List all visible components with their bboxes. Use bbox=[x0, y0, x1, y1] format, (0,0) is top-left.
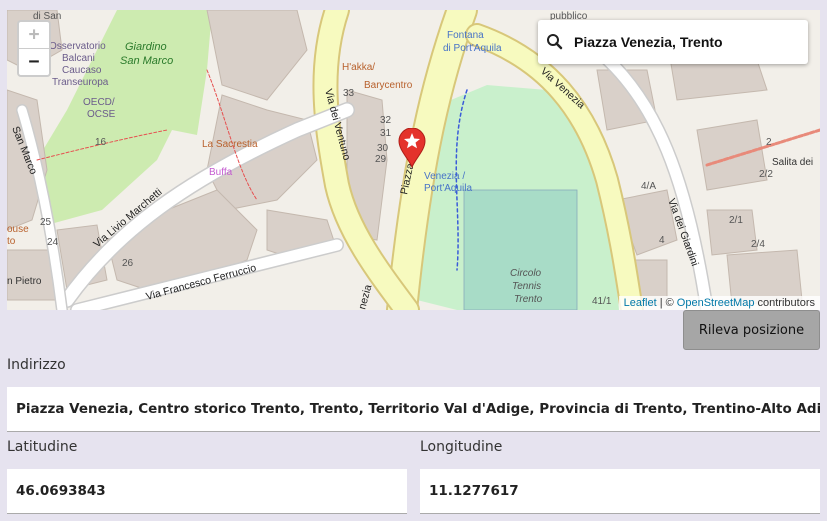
map-label: Barycentro bbox=[364, 80, 413, 91]
longitude-field[interactable]: 11.1277617 bbox=[420, 469, 820, 514]
search-icon bbox=[546, 33, 570, 51]
map-label: Osservatorio bbox=[49, 41, 106, 52]
map-label: di Port'Aquila bbox=[443, 43, 502, 54]
tennis-court bbox=[463, 189, 578, 310]
address-label: Indirizzo bbox=[7, 357, 66, 373]
map-label: Buffa bbox=[209, 167, 233, 178]
map-label: Trento bbox=[514, 294, 543, 305]
map-label: San Marco bbox=[120, 55, 173, 67]
map-label: Caucaso bbox=[62, 65, 102, 76]
map-label: n Pietro bbox=[7, 276, 42, 287]
map-label: 4/A bbox=[641, 181, 656, 192]
map-label: 26 bbox=[122, 258, 134, 269]
search-query: Piazza Venezia, Trento bbox=[574, 34, 723, 50]
map-label: 32 bbox=[380, 115, 392, 126]
map-label: 16 bbox=[95, 137, 107, 148]
map-label: Tennis bbox=[512, 281, 541, 292]
map-label: ouse bbox=[7, 224, 29, 235]
map-label: La Sacrestia bbox=[202, 139, 258, 150]
latitude-field[interactable]: 46.0693843 bbox=[7, 469, 407, 514]
map-label: 41/1 bbox=[592, 296, 612, 307]
map-label: 2/1 bbox=[729, 215, 743, 226]
map-label: 2/2 bbox=[759, 169, 773, 180]
location-marker-icon[interactable] bbox=[397, 127, 427, 172]
map-label: 2 bbox=[766, 137, 772, 148]
map[interactable]: di San pubblico Osservatorio Balcani Cau… bbox=[7, 10, 820, 310]
map-label: OECD/ bbox=[83, 97, 115, 108]
zoom-in-button[interactable]: + bbox=[19, 22, 49, 49]
map-attribution: Leaflet | © OpenStreetMap contributors bbox=[618, 296, 820, 310]
map-label: 33 bbox=[343, 88, 355, 99]
longitude-label: Longitudine bbox=[420, 439, 503, 455]
address-field[interactable]: Piazza Venezia, Centro storico Trento, T… bbox=[7, 387, 820, 432]
openstreetmap-link[interactable]: OpenStreetMap bbox=[677, 297, 755, 309]
contributors-text: contributors bbox=[757, 297, 815, 309]
map-search-box[interactable]: Piazza Venezia, Trento bbox=[538, 20, 808, 64]
map-label: OCSE bbox=[87, 109, 116, 120]
map-label: H'akka/ bbox=[342, 62, 375, 73]
attribution-separator: | bbox=[659, 297, 663, 309]
map-label: Venezia / bbox=[424, 171, 465, 182]
map-label: Port'Aquila bbox=[424, 183, 472, 194]
map-label: Giardino bbox=[125, 41, 167, 53]
map-label: Circolo bbox=[510, 268, 542, 279]
leaflet-link[interactable]: Leaflet bbox=[624, 297, 657, 309]
map-label: Balcani bbox=[62, 53, 95, 64]
detect-location-button[interactable]: Rileva posizione bbox=[683, 310, 820, 350]
map-label: to bbox=[7, 236, 16, 247]
latitude-label: Latitudine bbox=[7, 439, 78, 455]
map-label: 4 bbox=[659, 235, 665, 246]
map-label: 30 bbox=[377, 143, 389, 154]
map-label: 31 bbox=[380, 128, 392, 139]
map-label: 25 bbox=[40, 217, 52, 228]
map-label: Salita dei bbox=[772, 157, 813, 168]
map-label: Transeuropa bbox=[52, 77, 109, 88]
zoom-out-button[interactable]: − bbox=[19, 49, 49, 75]
map-label: 24 bbox=[47, 237, 59, 248]
map-label: 29 bbox=[375, 154, 387, 165]
map-label: Fontana bbox=[447, 30, 484, 41]
zoom-control: + − bbox=[17, 20, 51, 77]
copyright-symbol: © bbox=[665, 297, 674, 309]
map-label: 2/4 bbox=[751, 239, 765, 250]
